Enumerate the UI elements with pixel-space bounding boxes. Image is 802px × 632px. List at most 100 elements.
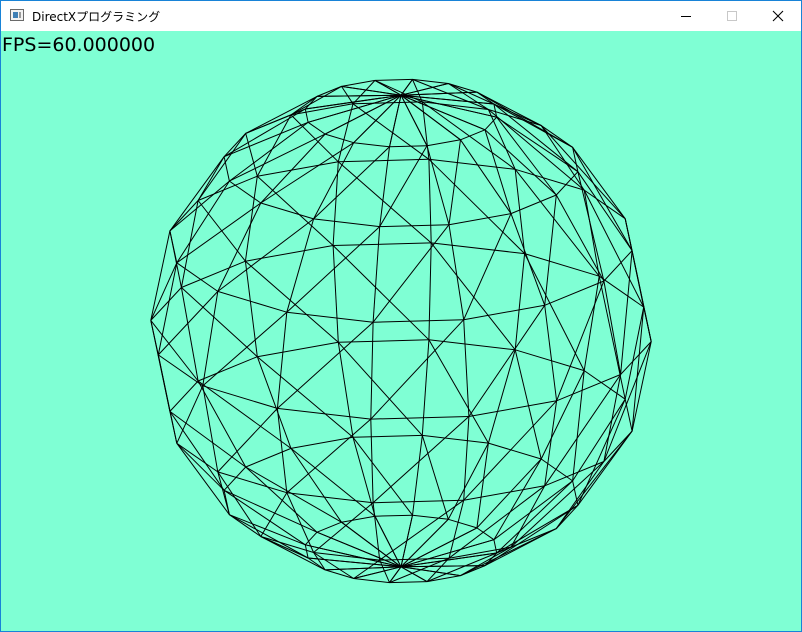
- mesh-edge: [370, 319, 465, 420]
- mesh-edge: [260, 133, 326, 204]
- mesh-edge: [460, 139, 512, 214]
- mesh-edge: [603, 341, 652, 462]
- mesh-edge: [197, 380, 247, 468]
- mesh-edge: [540, 125, 573, 148]
- mesh-edge: [217, 290, 287, 313]
- mesh-edge: [169, 200, 199, 232]
- mesh-edge: [555, 430, 633, 529]
- mesh-edge: [572, 147, 633, 251]
- mesh-edge: [426, 139, 461, 147]
- mesh-edge: [244, 261, 258, 357]
- mesh-edge: [169, 156, 225, 232]
- app-window-icon[interactable]: [10, 9, 24, 21]
- mesh-edge: [412, 435, 423, 516]
- mesh-edge: [181, 287, 258, 358]
- mesh-edge: [540, 125, 585, 191]
- mesh-edge: [197, 200, 246, 262]
- mesh-edge: [426, 546, 512, 583]
- mesh-edge: [428, 159, 432, 243]
- mesh-edge: [643, 306, 652, 342]
- mesh-edge: [338, 158, 429, 163]
- mesh-edge: [316, 531, 402, 568]
- mesh-edge: [180, 200, 199, 288]
- mesh-edge: [324, 133, 354, 144]
- mesh-edge: [620, 250, 633, 375]
- mesh-edge: [379, 224, 450, 228]
- mesh-edge: [524, 253, 585, 371]
- mesh-edge: [583, 189, 645, 308]
- mesh-edge: [448, 213, 512, 226]
- mesh-edge: [180, 287, 199, 382]
- mesh-edge: [286, 311, 374, 323]
- mesh-edge: [202, 385, 278, 409]
- mesh-edge: [313, 146, 390, 220]
- mesh-edge: [229, 133, 326, 182]
- minimize-icon: [681, 16, 691, 17]
- mesh-edge: [510, 461, 605, 548]
- mesh-edge: [244, 176, 258, 262]
- mesh-edge: [286, 218, 315, 313]
- mesh-edge: [476, 527, 495, 541]
- mesh-edge: [374, 79, 423, 103]
- mesh-edge: [487, 349, 516, 444]
- mesh-edge: [370, 416, 469, 420]
- mesh-edge: [431, 242, 525, 255]
- mesh-edge: [337, 161, 432, 244]
- mesh-edge: [181, 260, 246, 288]
- mesh-edge: [353, 142, 390, 148]
- mesh-edge: [150, 230, 171, 321]
- render-viewport[interactable]: FPS=60.000000: [1, 31, 801, 631]
- mesh-edge: [290, 448, 342, 523]
- mesh-edge: [400, 94, 486, 131]
- mesh-edge: [624, 399, 633, 432]
- mesh-edge: [353, 578, 390, 584]
- mesh-edge: [333, 242, 432, 246]
- mesh-edge: [332, 245, 339, 343]
- mesh-edge: [631, 307, 645, 432]
- mesh-edge: [229, 514, 309, 559]
- mesh-edge: [603, 430, 633, 462]
- mesh-edge: [428, 158, 516, 170]
- mesh-edge: [256, 114, 292, 177]
- mesh-edge: [373, 319, 464, 323]
- mesh-edge: [370, 322, 374, 420]
- mesh-edge: [476, 458, 542, 529]
- mesh-edge: [463, 213, 512, 320]
- mesh-edge: [169, 180, 230, 232]
- maximize-button[interactable]: [709, 1, 755, 31]
- mesh-edge: [286, 492, 315, 553]
- mesh-edge: [510, 194, 557, 215]
- mesh-edge: [572, 370, 585, 481]
- mesh-edge: [307, 121, 326, 135]
- mesh-edge: [217, 408, 278, 473]
- mesh-edge: [379, 145, 428, 227]
- mesh-edge: [428, 242, 432, 340]
- mesh-edge: [583, 189, 626, 220]
- mesh-edge: [493, 539, 498, 554]
- mesh-edge: [428, 158, 525, 254]
- mesh-edge: [316, 521, 342, 533]
- mesh-edge: [304, 108, 309, 123]
- mesh-edge: [223, 121, 309, 158]
- title-bar[interactable]: DirectXプログラミング: [1, 1, 801, 31]
- mesh-edge: [448, 83, 478, 93]
- mesh-edge: [448, 518, 478, 529]
- mesh-edge: [202, 385, 219, 472]
- minimize-button[interactable]: [663, 1, 709, 31]
- mesh-edge: [150, 262, 178, 321]
- mesh-edge: [245, 447, 292, 468]
- mesh-edge: [276, 312, 288, 409]
- wireframe-sphere: [150, 78, 652, 584]
- mesh-edge: [556, 280, 605, 401]
- mesh-edge: [313, 218, 380, 228]
- mesh-edge: [313, 502, 374, 553]
- mesh-edge: [555, 194, 605, 282]
- mesh-edge: [176, 443, 230, 515]
- mesh-edge: [463, 304, 545, 321]
- close-button[interactable]: [755, 1, 801, 31]
- mesh-edge: [515, 349, 585, 372]
- mesh-edge: [476, 91, 573, 148]
- mesh-edge: [223, 489, 318, 533]
- mesh-edge: [544, 400, 558, 486]
- mesh-edge: [524, 253, 600, 277]
